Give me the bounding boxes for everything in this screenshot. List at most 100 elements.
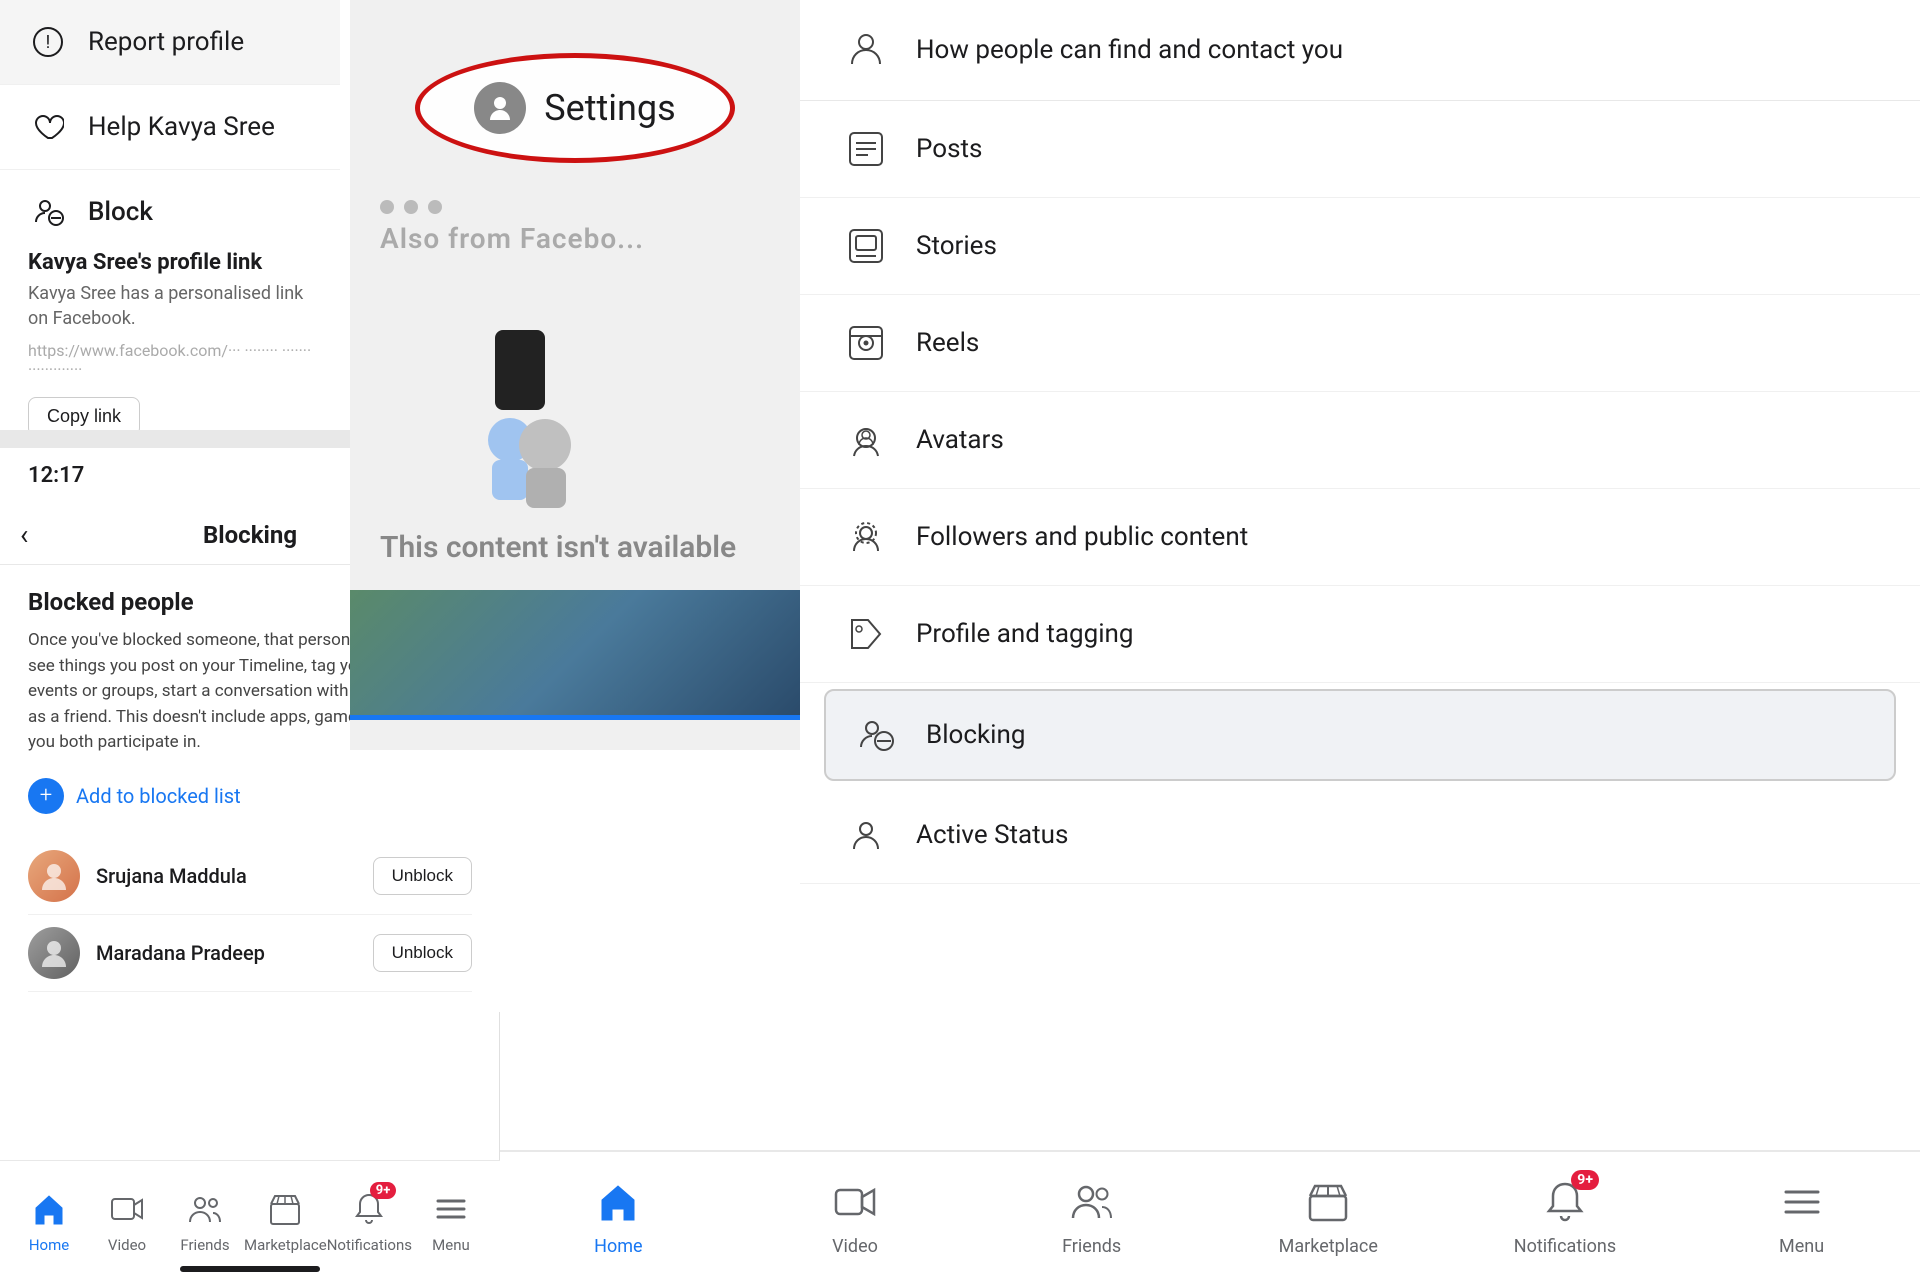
posts-item[interactable]: Posts [800,101,1920,198]
video-icon [829,1176,881,1228]
full-nav-video-label: Video [832,1236,878,1257]
full-nav-notifications[interactable]: 9+ Notifications [1485,1176,1645,1257]
full-nav-home-label: Home [594,1236,642,1257]
full-nav-menu[interactable]: Menu [1722,1176,1882,1257]
also-from-section: Also from Facebo... [380,200,790,255]
status-time: 12:17 [28,463,84,488]
avatars-label: Avatars [916,425,1004,455]
content-unavailable-text: This content isn't available [380,530,736,565]
plus-icon: + [28,778,64,814]
nav-friends[interactable]: Friends [166,1188,244,1254]
avatar-placeholder [28,850,80,902]
profile-link-section: Kavya Sree's profile link Kavya Sree has… [0,230,340,456]
nav-notifications-label: Notifications [327,1236,412,1254]
settings-oval: Settings [415,53,735,163]
home-icon [28,1188,70,1230]
blocking-icon [850,709,902,761]
home-icon [592,1176,644,1228]
stories-label: Stories [916,231,997,261]
unblock-button[interactable]: Unblock [373,934,472,972]
menu-icon [1776,1176,1828,1228]
notification-badge: 9+ [1571,1170,1599,1190]
nav-home[interactable]: Home [10,1188,88,1254]
nav-marketplace-label: Marketplace [244,1236,327,1254]
full-nav-video[interactable]: Video [775,1176,935,1257]
followers-icon [840,511,892,563]
progress-bar [350,715,800,720]
avatar [28,850,80,902]
report-icon: ! [28,22,68,62]
help-menu-item[interactable]: Help Kavya Sree [0,85,340,170]
reels-label: Reels [916,328,979,358]
video-icon [106,1188,148,1230]
bell-icon: 9+ [348,1188,390,1230]
full-nav-marketplace-label: Marketplace [1279,1236,1378,1257]
dot [404,200,418,214]
nav-video-label: Video [108,1236,146,1254]
profile-link-url: https://www.facebook.com/··· ········ ··… [28,341,312,379]
nav-menu[interactable]: Menu [412,1188,490,1254]
unblock-button[interactable]: Unblock [373,857,472,895]
add-to-blocked-list-button[interactable]: + Add to blocked list [28,778,472,814]
full-nav-friends[interactable]: Friends [1012,1176,1172,1257]
notification-badge: 9+ [370,1182,397,1199]
blocking-item[interactable]: Blocking [824,689,1896,781]
heart-icon [28,107,68,147]
blocking-illustration [430,320,630,520]
active-icon [840,809,892,861]
reels-item[interactable]: Reels [800,295,1920,392]
how-find-label: How people can find and contact you [916,35,1343,65]
how-find-icon [840,24,892,76]
settings-oval-area: Settings [380,28,770,188]
stories-item[interactable]: Stories [800,198,1920,295]
followers-label: Followers and public content [916,522,1248,552]
blocking-screen-title: Blocking [203,521,297,549]
blocking-label: Blocking [926,720,1025,750]
avatar-placeholder [28,927,80,979]
full-nav-friends-label: Friends [1062,1236,1121,1257]
avatar [28,927,80,979]
avatars-icon [840,414,892,466]
photo-strip [350,590,800,720]
posts-label: Posts [916,134,982,164]
nav-menu-label: Menu [432,1236,470,1254]
how-find-item[interactable]: How people can find and contact you [800,0,1920,101]
also-from-label: Also from Facebo... [380,222,644,255]
full-bottom-navigation: Home Video Friends [500,1150,1920,1280]
profile-tagging-item[interactable]: Profile and tagging [800,586,1920,683]
friends-icon [184,1188,226,1230]
reels-icon [840,317,892,369]
marketplace-icon [1302,1176,1354,1228]
nav-notifications[interactable]: 9+ Notifications [327,1188,412,1254]
blurred-dots-row [380,200,790,214]
block-icon [28,192,68,232]
bell-icon: 9+ [1539,1176,1591,1228]
report-menu-item[interactable]: ! Report profile [0,0,340,85]
content-unavailable: This content isn't available [380,530,800,565]
profile-link-title: Kavya Sree's profile link [28,250,312,275]
nav-home-label: Home [29,1236,69,1254]
nav-video[interactable]: Video [88,1188,166,1254]
followers-item[interactable]: Followers and public content [800,489,1920,586]
active-status-item[interactable]: Active Status [800,787,1920,884]
back-button[interactable]: ‹ [20,518,28,551]
stories-icon [840,220,892,272]
blocked-person-name: Maradana Pradeep [96,941,373,965]
friends-icon [1066,1176,1118,1228]
right-settings-panel: How people can find and contact you Post… [800,0,1920,1150]
full-nav-home[interactable]: Home [538,1176,698,1257]
dot [380,200,394,214]
nav-marketplace[interactable]: Marketplace [244,1188,327,1254]
blocked-person-row: Srujana Maddula Unblock [28,838,472,915]
dot [428,200,442,214]
profile-tagging-label: Profile and tagging [916,619,1134,649]
posts-icon [840,123,892,175]
avatars-item[interactable]: Avatars [800,392,1920,489]
bottom-navigation: Home Video Friends [0,1160,500,1280]
center-screenshot-panel: Settings Also from Facebo... This conten… [350,0,800,750]
svg-text:!: ! [46,32,51,53]
nav-friends-label: Friends [180,1236,229,1254]
menu-icon [430,1188,472,1230]
blocked-person-name: Srujana Maddula [96,864,373,888]
full-nav-marketplace[interactable]: Marketplace [1248,1176,1408,1257]
